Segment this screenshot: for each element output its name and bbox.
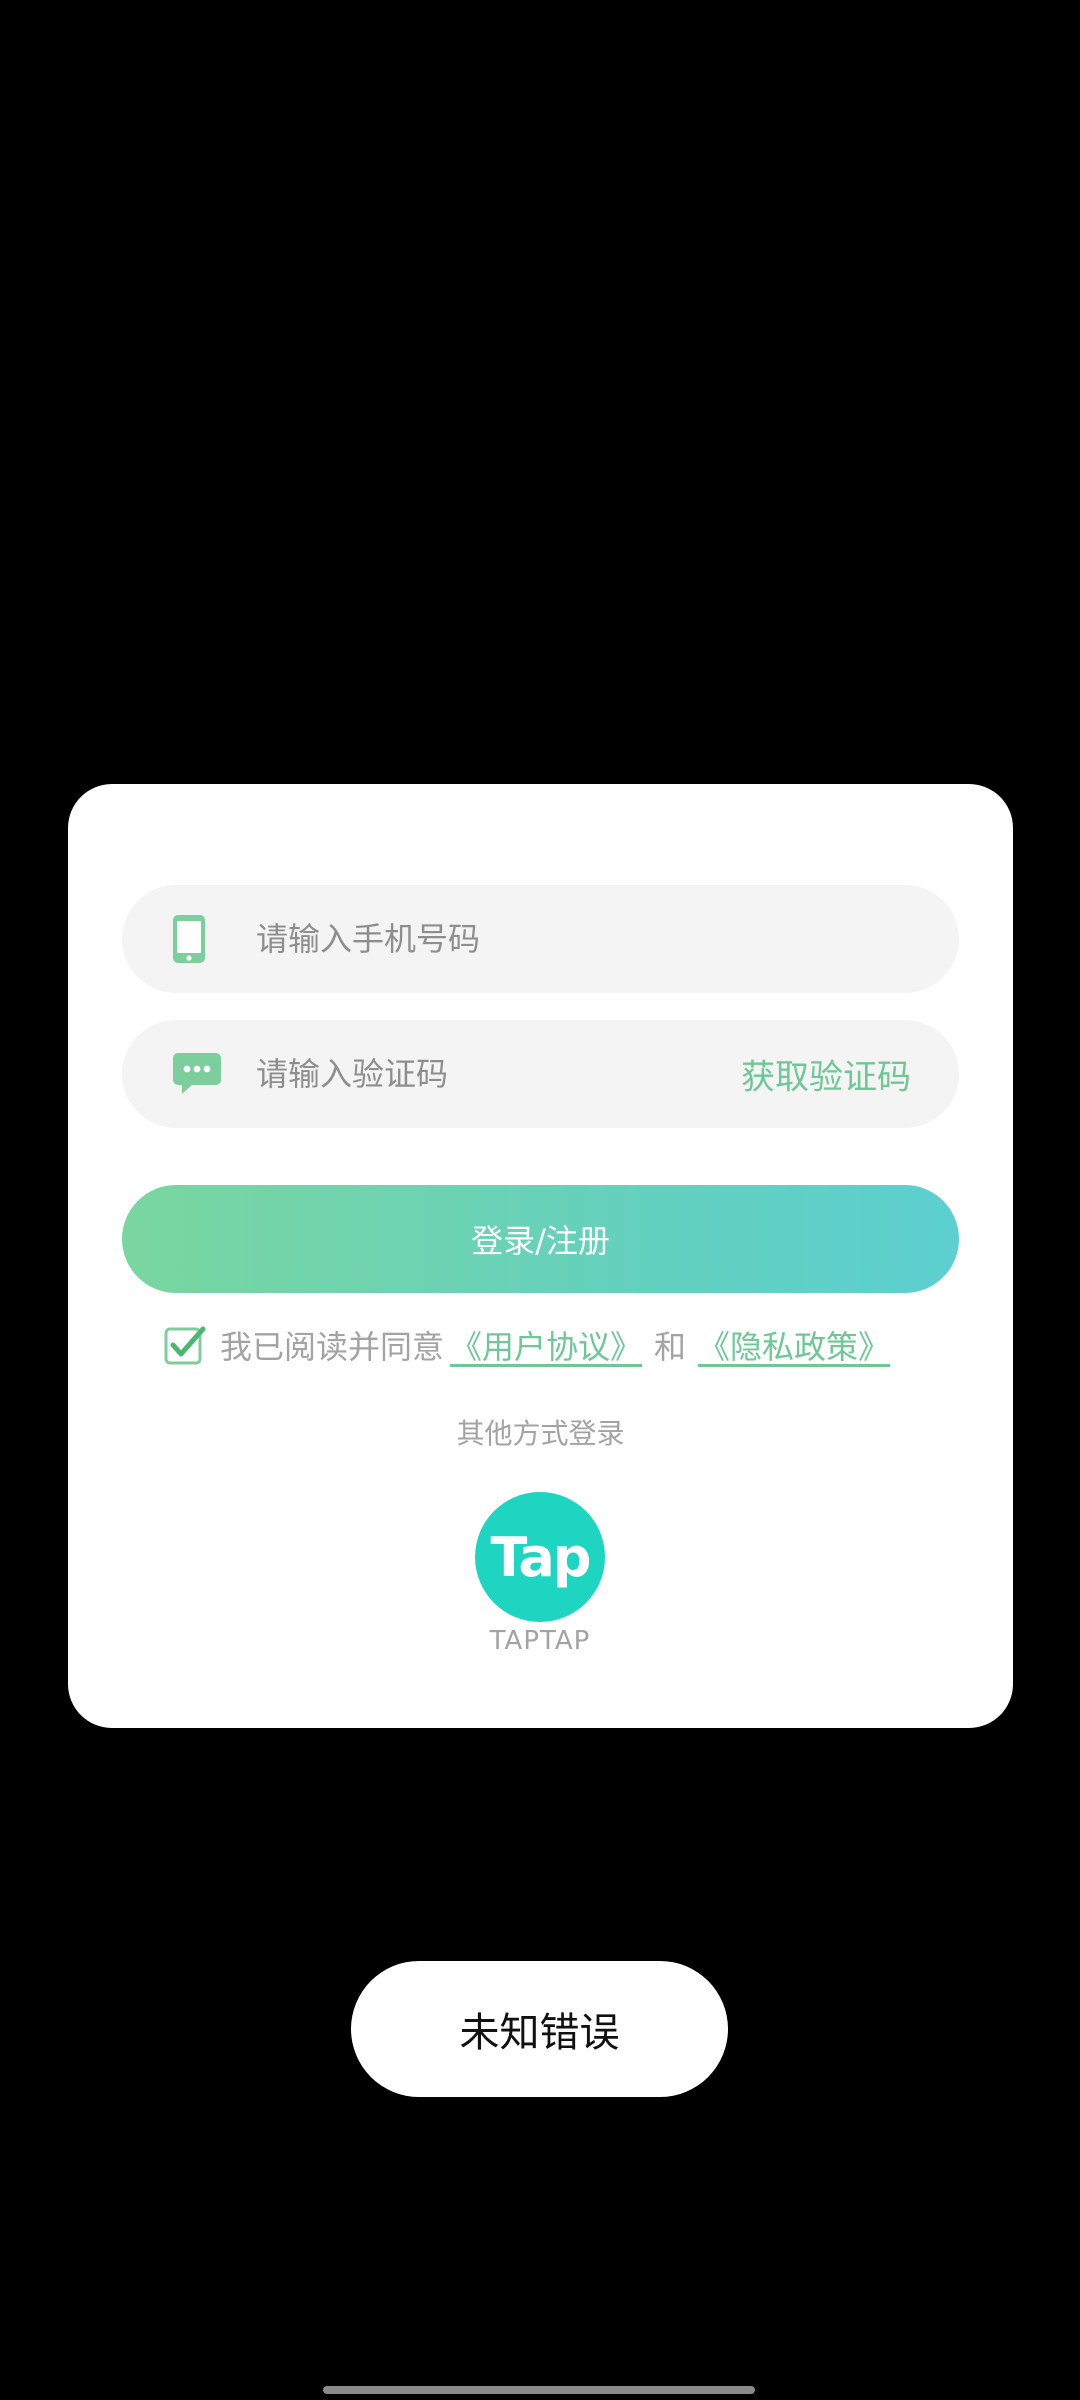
get-code-button[interactable]: 获取验证码 <box>741 1050 911 1099</box>
verification-code-input[interactable] <box>256 1020 716 1128</box>
login-register-button[interactable]: 登录/注册 <box>122 1185 959 1293</box>
agreement-conjunction: 和 <box>654 1328 687 1366</box>
phone-input[interactable] <box>256 885 716 993</box>
toast-message: 未知错误 <box>459 2010 620 2056</box>
taptap-login-button[interactable]: Tap TAPTAP <box>472 1492 608 1656</box>
home-indicator[interactable] <box>323 2386 755 2394</box>
agreement-prefix: 我已阅读并同意 <box>220 1328 445 1366</box>
error-toast: 未知错误 <box>351 1961 728 2097</box>
checkmark-icon <box>164 1326 206 1365</box>
verification-code-field[interactable]: 获取验证码 <box>122 1020 959 1128</box>
chat-bubble-icon <box>172 1052 222 1096</box>
other-login-label: 其他方式登录 <box>456 1417 625 1450</box>
taptap-logo-text: Tap <box>490 1525 592 1589</box>
agreement-checkbox[interactable] <box>164 1324 206 1366</box>
taptap-label: TAPTAP <box>489 1626 591 1656</box>
login-dialog: 获取验证码 登录/注册 我已阅读并同意 《用户协议》 和 《隐私政策》 其他方式… <box>68 784 1013 1728</box>
privacy-policy-link[interactable]: 《隐私政策》 <box>698 1322 890 1368</box>
phone-field[interactable] <box>122 885 959 993</box>
smartphone-icon <box>172 914 206 964</box>
agreement-row: 我已阅读并同意 《用户协议》 和 《隐私政策》 <box>164 1320 896 1370</box>
user-agreement-link[interactable]: 《用户协议》 <box>450 1322 642 1368</box>
taptap-logo: Tap <box>475 1492 605 1622</box>
